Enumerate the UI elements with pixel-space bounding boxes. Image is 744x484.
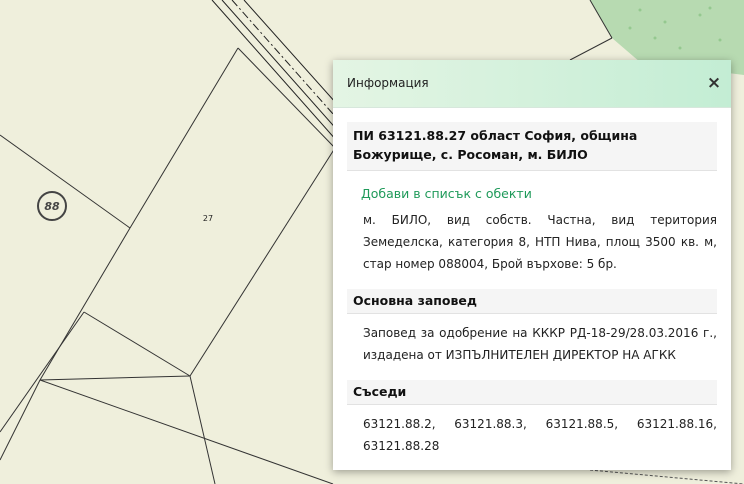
parcel-title: ПИ 63121.88.27 област София, община Божу…	[347, 122, 717, 171]
info-panel: Информация × ПИ 63121.88.27 област София…	[333, 60, 731, 470]
panel-header: Информация ×	[333, 60, 731, 108]
parcel-description: м. БИЛО, вид собств. Частна, вид територ…	[363, 213, 717, 271]
neighbour-item[interactable]: 63121.88.2,	[363, 417, 436, 431]
panel-title: Информация	[347, 76, 429, 90]
neighbours-list: 63121.88.2, 63121.88.3, 63121.88.5, 6312…	[363, 413, 717, 457]
close-button[interactable]: ×	[703, 72, 725, 94]
neighbour-item[interactable]: 63121.88.5,	[546, 417, 619, 431]
panel-body: ПИ 63121.88.27 област София, община Божу…	[333, 108, 731, 457]
add-to-list-link[interactable]: Добави в списък с обекти	[361, 186, 717, 201]
neighbour-item[interactable]: 63121.88.3,	[454, 417, 527, 431]
cadastral-zone-label: 88	[44, 200, 60, 213]
neighbours-heading: Съседи	[347, 380, 717, 405]
neighbour-item[interactable]: 63121.88.28	[363, 439, 439, 453]
neighbour-item[interactable]: 63121.88.16,	[637, 417, 717, 431]
order-heading: Основна заповед	[347, 289, 717, 314]
parcel-number-label: 27	[203, 214, 213, 223]
order-text: Заповед за одобрение на КККР РД-18-29/28…	[363, 326, 717, 362]
